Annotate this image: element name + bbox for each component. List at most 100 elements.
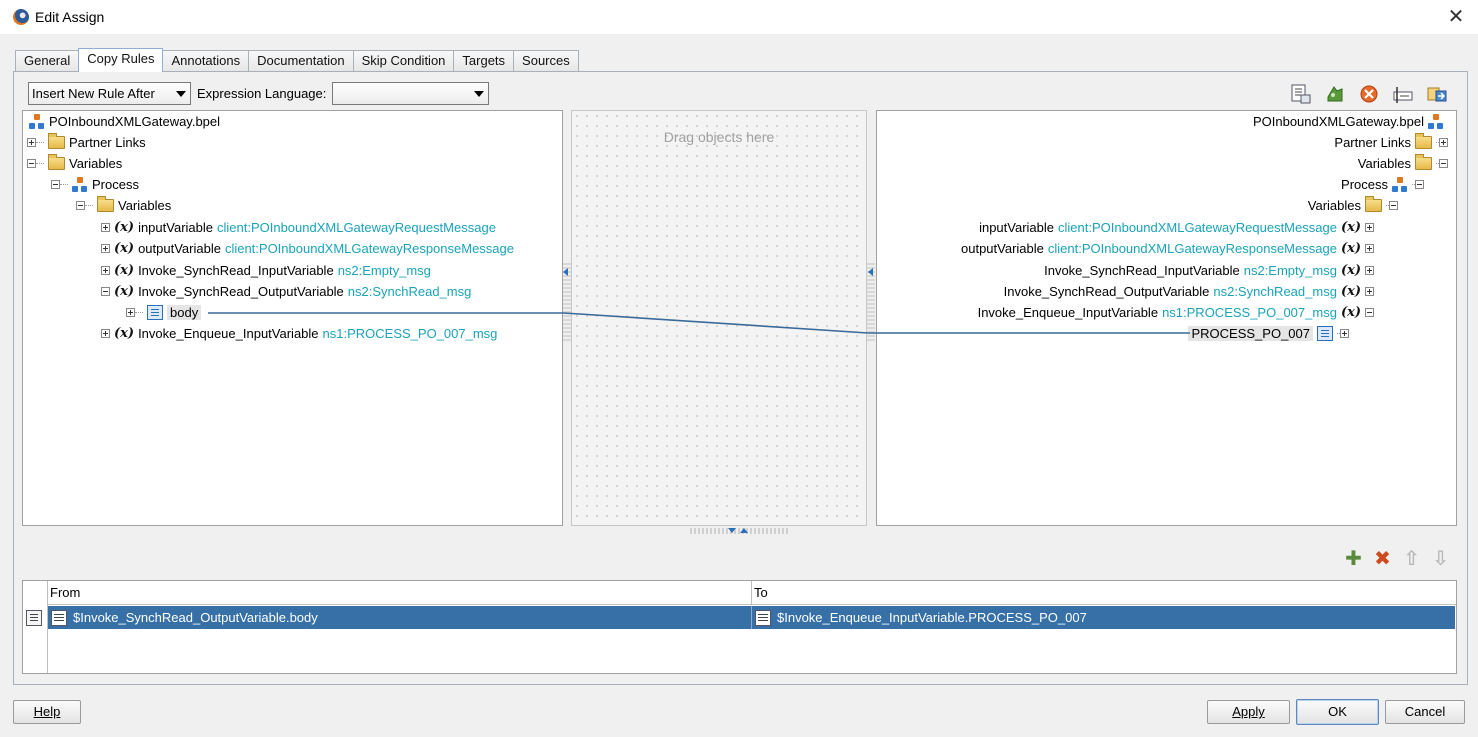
tab-general[interactable]: General xyxy=(15,50,80,72)
expand-icon[interactable] xyxy=(1365,223,1374,232)
rule-to-cell[interactable]: $Invoke_Enqueue_InputVariable.PROCESS_PO… xyxy=(752,606,1455,629)
tab-annotations[interactable]: Annotations xyxy=(162,50,250,72)
tree-node-label: PROCESS_PO_007 xyxy=(1188,326,1313,341)
collapse-icon[interactable] xyxy=(101,287,110,296)
variable-name: Invoke_SynchRead_InputVariable xyxy=(138,263,334,278)
collapse-icon[interactable] xyxy=(1365,308,1374,317)
tab-documentation[interactable]: Documentation xyxy=(248,50,354,72)
rule-actions: ✚ ✖ ⇧ ⇩ xyxy=(1344,548,1450,568)
move-up-icon[interactable]: ⇧ xyxy=(1402,548,1421,568)
variable-type: client:POInboundXMLGatewayResponseMessag… xyxy=(1047,241,1337,256)
target-process-node[interactable]: Process xyxy=(1341,174,1424,195)
auto-map-icon[interactable] xyxy=(1426,83,1448,105)
target-variables-node[interactable]: Variables xyxy=(1358,153,1448,174)
help-button[interactable]: Help xyxy=(13,700,81,724)
collapse-icon[interactable] xyxy=(1415,180,1424,189)
collapse-icon[interactable] xyxy=(51,180,60,189)
source-variable-node[interactable]: (x) Invoke_Enqueue_InputVariable ns1:PRO… xyxy=(101,323,497,344)
target-variable-node[interactable]: Invoke_Enqueue_InputVariable ns1:PROCESS… xyxy=(978,302,1374,323)
tab-copy-rules[interactable]: Copy Rules xyxy=(78,48,164,72)
variable-type: client:POInboundXMLGatewayRequestMessage xyxy=(1058,220,1337,235)
target-process-po-node[interactable]: PROCESS_PO_007 xyxy=(1188,323,1349,344)
expand-icon[interactable] xyxy=(1365,244,1374,253)
literal-icon[interactable] xyxy=(1392,83,1414,105)
xpath-icon xyxy=(51,609,67,626)
delete-icon[interactable]: ✖ xyxy=(1373,548,1392,568)
source-variable-node[interactable]: (x) Invoke_SynchRead_InputVariable ns2:E… xyxy=(101,260,431,281)
collapse-icon[interactable] xyxy=(27,159,36,168)
source-variable-node[interactable]: (x) outputVariable client:POInboundXMLGa… xyxy=(101,238,514,259)
copy-rules-table: From To $Invoke_SynchRead_OutputVariable… xyxy=(22,580,1457,674)
variable-icon: (x) xyxy=(114,326,135,341)
expand-icon[interactable] xyxy=(101,266,110,275)
column-header-to[interactable]: To xyxy=(752,581,1456,604)
drop-area[interactable]: Drag objects here xyxy=(571,110,867,526)
expand-icon[interactable] xyxy=(126,308,135,317)
target-variable-node[interactable]: Invoke_SynchRead_InputVariable ns2:Empty… xyxy=(1044,260,1374,281)
close-icon[interactable]: ✕ xyxy=(1446,6,1466,27)
chevron-down-icon xyxy=(176,90,186,97)
source-process-node[interactable]: Process xyxy=(51,174,139,195)
source-partner-links-node[interactable]: Partner Links xyxy=(27,132,146,153)
collapse-icon[interactable] xyxy=(1389,201,1398,210)
variable-icon: (x) xyxy=(1340,241,1361,256)
element-icon xyxy=(147,305,163,320)
source-root-node[interactable]: POInboundXMLGateway.bpel xyxy=(25,111,220,132)
target-variable-node[interactable]: outputVariable client:POInboundXMLGatewa… xyxy=(961,238,1374,259)
source-root-label: POInboundXMLGateway.bpel xyxy=(49,114,221,129)
target-process-variables-node[interactable]: Variables xyxy=(1308,195,1398,216)
expression-builder-icon[interactable] xyxy=(1290,83,1312,105)
rule-from-cell[interactable]: $Invoke_SynchRead_OutputVariable.body xyxy=(48,606,752,629)
source-variable-node[interactable]: (x) inputVariable client:POInboundXMLGat… xyxy=(101,217,496,238)
tree-node-label: Process xyxy=(92,177,139,192)
variable-type: ns2:Empty_msg xyxy=(337,263,431,278)
table-row[interactable]: $Invoke_SynchRead_OutputVariable.body $I… xyxy=(48,606,1455,629)
delete-mapping-icon[interactable] xyxy=(1358,83,1380,105)
target-variable-node[interactable]: Invoke_SynchRead_OutputVariable ns2:Sync… xyxy=(1004,281,1374,302)
tab-sources[interactable]: Sources xyxy=(513,50,579,72)
tab-skip-condition[interactable]: Skip Condition xyxy=(352,50,455,72)
column-header-from[interactable]: From xyxy=(48,581,752,604)
drop-hint: Drag objects here xyxy=(663,129,775,145)
apply-button[interactable]: Apply xyxy=(1207,700,1290,724)
collapse-icon[interactable] xyxy=(76,201,85,210)
chevron-up-icon[interactable] xyxy=(740,528,748,533)
expand-icon[interactable] xyxy=(27,138,36,147)
chevron-left-icon[interactable] xyxy=(868,268,873,276)
xml-fragment-icon[interactable] xyxy=(1324,83,1346,105)
variable-type: ns2:Empty_msg xyxy=(1243,263,1337,278)
variable-icon: (x) xyxy=(1340,263,1361,278)
target-partner-links-node[interactable]: Partner Links xyxy=(1334,132,1448,153)
variable-name: Invoke_Enqueue_InputVariable xyxy=(977,305,1159,320)
bottom-splitter[interactable] xyxy=(690,528,788,534)
expand-icon[interactable] xyxy=(101,223,110,232)
variable-name: outputVariable xyxy=(138,241,221,256)
table-header: From To xyxy=(48,581,1456,605)
chevron-down-icon[interactable] xyxy=(728,528,736,533)
expand-icon[interactable] xyxy=(1340,329,1349,338)
source-body-node[interactable]: body xyxy=(126,302,202,323)
source-process-variables-node[interactable]: Variables xyxy=(76,195,171,216)
element-icon xyxy=(1317,326,1333,341)
expand-icon[interactable] xyxy=(1365,287,1374,296)
source-variables-node[interactable]: Variables xyxy=(27,153,122,174)
target-root-node[interactable]: POInboundXMLGateway.bpel xyxy=(1253,111,1448,132)
expand-icon[interactable] xyxy=(101,329,110,338)
target-variable-node[interactable]: inputVariable client:POInboundXMLGateway… xyxy=(979,217,1374,238)
tree-node-label: Partner Links xyxy=(1334,135,1411,150)
chevron-left-icon[interactable] xyxy=(563,268,568,276)
add-icon[interactable]: ✚ xyxy=(1344,548,1363,568)
move-down-icon[interactable]: ⇩ xyxy=(1431,548,1450,568)
expand-icon[interactable] xyxy=(101,244,110,253)
collapse-icon[interactable] xyxy=(1439,159,1448,168)
tab-targets[interactable]: Targets xyxy=(453,50,515,72)
apply-button-label: Apply xyxy=(1232,704,1265,719)
expand-icon[interactable] xyxy=(1365,266,1374,275)
variable-icon: (x) xyxy=(114,263,135,278)
source-variable-node[interactable]: (x) Invoke_SynchRead_OutputVariable ns2:… xyxy=(101,281,471,302)
expand-icon[interactable] xyxy=(1439,138,1448,147)
insert-mode-select[interactable]: Insert New Rule After xyxy=(28,81,191,105)
expression-language-select[interactable] xyxy=(332,81,490,105)
cancel-button[interactable]: Cancel xyxy=(1385,700,1465,724)
ok-button[interactable]: OK xyxy=(1296,699,1379,725)
